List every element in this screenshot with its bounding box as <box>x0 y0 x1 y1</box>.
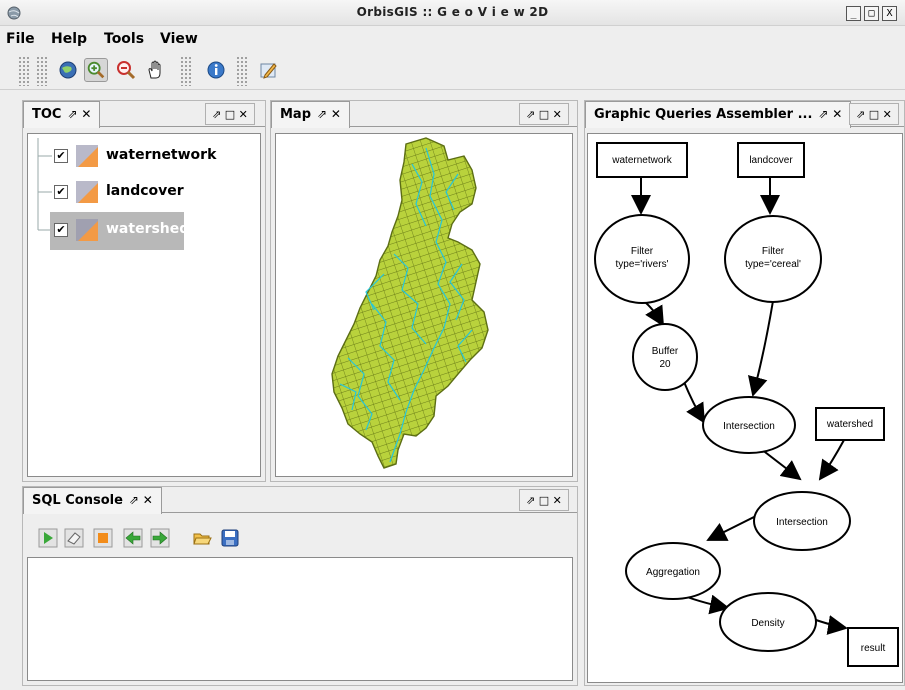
node-result[interactable]: result <box>847 627 899 667</box>
edit-pencil-icon[interactable] <box>256 58 280 82</box>
node-density-label: Density <box>751 618 784 629</box>
node-watershed-label: watershed <box>826 419 873 430</box>
maximize-button[interactable]: □ <box>864 6 879 21</box>
menu-help[interactable]: Help <box>51 31 87 47</box>
tab-sql-controls[interactable]: ⇗ ✕ <box>129 493 153 507</box>
node-result-label: result <box>861 643 886 654</box>
toc-panel-controls[interactable]: ⇗ □ ✕ <box>205 103 255 125</box>
node-filter-cereal-condition: type='cereal' <box>745 259 801 270</box>
tab-gqa-controls[interactable]: ⇗ ✕ <box>818 107 842 121</box>
menu-view[interactable]: View <box>160 31 198 47</box>
menubar: File Help Tools View <box>0 27 905 51</box>
tab-map-controls[interactable]: ⇗ ✕ <box>317 107 341 121</box>
toc-layer-tree: ✔ waternetwork ✔ landcover ✔ watershed <box>27 133 261 477</box>
node-buffer-label: Buffer <box>652 346 679 357</box>
window-titlebar: OrbisGIS :: G e o V i e w 2D _ □ X <box>0 0 905 26</box>
open-icon[interactable] <box>192 528 212 548</box>
layer-name: watershed <box>106 221 190 237</box>
map-panel: Map ⇗ ✕ ⇗ □ ✕ <box>270 100 578 482</box>
toc-panel: TOC ⇗ ✕ ⇗ □ ✕ ✔ waternetwork ✔ landcover … <box>22 100 266 482</box>
gqa-panel: Graphic Queries Assembler ... ⇗ ✕ ⇗ □ ✕ <box>584 100 905 686</box>
node-filter-rivers-label: Filter <box>631 246 654 257</box>
pan-hand-icon[interactable] <box>144 58 168 82</box>
window-title: OrbisGIS :: G e o V i e w 2D <box>356 5 549 19</box>
map-panel-controls[interactable]: ⇗ □ ✕ <box>519 103 569 125</box>
node-buffer[interactable]: Buffer 20 <box>632 323 698 391</box>
node-buffer-distance: 20 <box>659 359 671 370</box>
menu-file[interactable]: File <box>6 31 35 47</box>
toolbar-grip[interactable] <box>180 56 192 86</box>
main-toolbar <box>0 52 905 90</box>
node-intersection-2[interactable]: Intersection <box>753 491 851 551</box>
layer-icon <box>76 181 98 203</box>
layer-name: waternetwork <box>106 147 217 163</box>
gqa-panel-controls[interactable]: ⇗ □ ✕ <box>849 103 899 125</box>
tab-toc-controls[interactable]: ⇗ ✕ <box>67 107 91 121</box>
node-intersection-1[interactable]: Intersection <box>702 396 796 454</box>
sql-console-panel: SQL Console ⇗ ✕ ⇗ □ ✕ <box>22 486 578 686</box>
map-canvas[interactable] <box>275 133 573 477</box>
tab-sql-label: SQL Console <box>32 493 123 508</box>
node-waternetwork-label: waternetwork <box>611 155 672 166</box>
run-icon[interactable] <box>38 528 58 548</box>
sql-tab-header: SQL Console ⇗ ✕ ⇗ □ ✕ <box>23 487 577 514</box>
info-icon[interactable] <box>204 58 228 82</box>
node-watershed[interactable]: watershed <box>815 407 885 441</box>
tab-map[interactable]: Map ⇗ ✕ <box>271 101 350 128</box>
node-intersection-1-label: Intersection <box>723 421 775 432</box>
watershed-polygon <box>331 137 489 469</box>
tab-toc[interactable]: TOC ⇗ ✕ <box>23 101 101 128</box>
layer-visibility-checkbox[interactable]: ✔ <box>54 149 68 163</box>
node-waternetwork[interactable]: waternetwork <box>596 142 688 178</box>
node-filter-rivers[interactable]: Filter type='rivers' <box>594 214 690 304</box>
next-icon[interactable] <box>150 528 170 548</box>
toolbar-grip[interactable] <box>236 56 248 86</box>
layer-icon <box>76 145 98 167</box>
map-rendering[interactable] <box>276 134 572 476</box>
node-filter-rivers-condition: type='rivers' <box>615 259 668 270</box>
tab-toc-label: TOC <box>32 107 62 122</box>
globe-icon[interactable] <box>56 58 80 82</box>
layer-name: landcover <box>106 183 184 199</box>
previous-icon[interactable] <box>123 528 143 548</box>
node-landcover[interactable]: landcover <box>737 142 805 178</box>
toc-tab-header: TOC ⇗ ✕ ⇗ □ ✕ <box>23 101 265 128</box>
menu-tools[interactable]: Tools <box>104 31 144 47</box>
node-intersection-2-label: Intersection <box>776 517 828 528</box>
tab-sql-console[interactable]: SQL Console ⇗ ✕ <box>23 487 162 514</box>
sql-editor[interactable] <box>27 557 573 681</box>
sql-panel-controls[interactable]: ⇗ □ ✕ <box>519 489 569 511</box>
layer-visibility-checkbox[interactable]: ✔ <box>54 223 68 237</box>
node-aggregation[interactable]: Aggregation <box>625 542 721 600</box>
minimize-button[interactable]: _ <box>846 6 861 21</box>
clear-icon[interactable] <box>64 528 84 548</box>
query-graph-canvas[interactable]: waternetwork landcover Filter type='rive… <box>587 133 903 683</box>
close-window-button[interactable]: X <box>882 6 897 21</box>
tab-graphic-queries-assembler[interactable]: Graphic Queries Assembler ... ⇗ ✕ <box>585 101 852 128</box>
node-aggregation-label: Aggregation <box>646 567 700 578</box>
zoom-out-icon[interactable] <box>114 58 138 82</box>
node-density[interactable]: Density <box>719 592 817 652</box>
toolbar-grip[interactable] <box>36 56 48 86</box>
node-filter-cereal[interactable]: Filter type='cereal' <box>724 215 822 303</box>
map-tab-header: Map ⇗ ✕ ⇗ □ ✕ <box>271 101 577 128</box>
layer-icon <box>76 219 98 241</box>
gqa-tab-header: Graphic Queries Assembler ... ⇗ ✕ ⇗ □ ✕ <box>585 101 904 128</box>
query-graph[interactable]: waternetwork landcover Filter type='rive… <box>588 134 902 682</box>
node-filter-cereal-label: Filter <box>762 246 785 257</box>
node-landcover-label: landcover <box>749 155 793 166</box>
toolbar-grip[interactable] <box>18 56 30 86</box>
zoom-in-icon[interactable] <box>84 58 108 82</box>
stop-icon[interactable] <box>93 528 113 548</box>
tab-gqa-label: Graphic Queries Assembler ... <box>594 107 813 122</box>
save-icon[interactable] <box>220 528 240 548</box>
graph-nodes: waternetwork landcover Filter type='rive… <box>594 142 899 667</box>
layer-visibility-checkbox[interactable]: ✔ <box>54 185 68 199</box>
tab-map-label: Map <box>280 107 312 122</box>
